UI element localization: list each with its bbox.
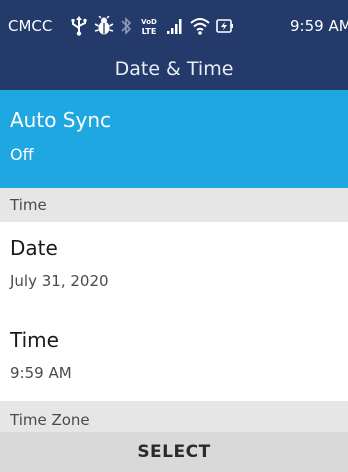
wifi-icon [190,17,210,35]
time-item[interactable]: Time 9:59 AM [0,314,348,406]
usb-icon [70,16,88,36]
battery-charging-icon [216,17,234,35]
date-value: July 31, 2020 [10,272,109,290]
date-title: Date [10,236,58,260]
softkey-bar: SELECT [0,432,348,472]
section-label-time-zone: Time Zone [10,411,90,429]
auto-sync-value: Off [10,145,34,164]
time-title: Time [10,328,59,352]
svg-text:VoD: VoD [141,18,157,26]
status-bar: CMCC VoD LTE 9:59 AM [0,0,348,52]
status-icons: VoD LTE [70,12,234,40]
section-header-time-zone: Time Zone [0,401,348,432]
page-title: Date & Time [114,58,234,80]
carrier-label: CMCC [8,17,53,35]
bug-icon [94,16,114,36]
volte-lte-icon: VoD LTE [138,16,160,36]
bluetooth-icon [120,16,132,36]
signal-icon [166,17,184,35]
auto-sync-title: Auto Sync [10,108,111,132]
date-item[interactable]: Date July 31, 2020 [0,222,348,314]
section-label-time: Time [10,196,47,214]
select-softkey[interactable]: SELECT [0,442,348,462]
auto-sync-item[interactable]: Auto Sync Off [0,90,348,188]
time-value: 9:59 AM [10,364,72,382]
app-header: Date & Time [0,52,348,90]
screen: CMCC VoD LTE 9:59 AM Date & Time Auto Sy… [0,0,348,472]
clock-label: 9:59 AM [290,17,348,35]
svg-text:LTE: LTE [142,27,157,36]
section-header-time: Time [0,188,348,222]
